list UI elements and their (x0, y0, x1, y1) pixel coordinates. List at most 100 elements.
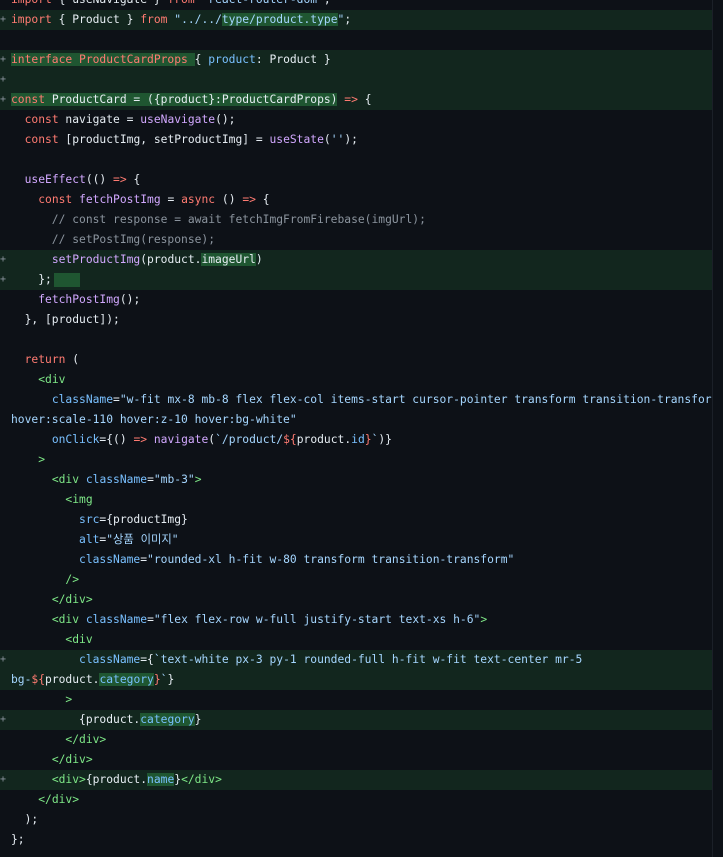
code-line[interactable] (0, 30, 712, 50)
code-line[interactable]: > (0, 690, 712, 710)
code-line[interactable]: const fetchPostImg = async () => { (0, 190, 712, 210)
code-line[interactable]: src={productImg} (0, 510, 712, 530)
code-token: product. (296, 433, 352, 446)
code-token: </div> (65, 733, 107, 746)
code-token: = (147, 473, 154, 486)
code-token: alt (79, 533, 100, 546)
added-code-line[interactable]: + import { Product } from "../../type/pro… (0, 10, 712, 30)
code-token: src (79, 513, 100, 526)
code-token: => (113, 173, 127, 186)
code-token: `/product/ (215, 433, 284, 446)
code-token: ${ (283, 433, 297, 446)
code-line[interactable]: return ( (0, 350, 712, 370)
code-line[interactable]: <div className="mb-3"> (0, 470, 712, 490)
code-token: navigate = (58, 113, 141, 126)
code-token: const (24, 113, 59, 126)
code-token: bg- (11, 673, 32, 686)
code-token: = (160, 193, 182, 206)
code-line[interactable]: <div (0, 370, 712, 390)
code-token: "../../ (174, 13, 222, 26)
code-line[interactable]: const navigate = useNavigate(); (0, 110, 712, 130)
diff-marker: + (0, 254, 7, 265)
code-token: }; (11, 273, 52, 286)
code-token: fetchPostImg (38, 293, 120, 306)
code-token: { (194, 53, 209, 66)
code-token: => (242, 193, 256, 206)
code-token: return (24, 353, 66, 366)
code-token: 'react-router-dom' (201, 0, 323, 6)
code-line[interactable]: </div> (0, 790, 712, 810)
code-token: = (113, 393, 120, 406)
code-token: category (99, 673, 154, 686)
added-code-line[interactable]: bg-${product.category}`} (0, 670, 712, 690)
code-line[interactable]: // const response = await fetchImgFromFi… (0, 210, 712, 230)
code-line[interactable] (0, 150, 712, 170)
added-code-line[interactable]: + const ProductCard = ({product}:ProductC… (0, 90, 712, 110)
code-token: from (167, 0, 194, 6)
code-token: ={() (99, 433, 134, 446)
code-token: > (38, 453, 46, 466)
code-line[interactable]: ); (0, 810, 712, 830)
code-token: // const response = await fetchImgFromFi… (11, 213, 426, 226)
code-line[interactable]: alt="상품 이미지" (0, 530, 712, 550)
code-token: </div> (38, 793, 80, 806)
code-token: onClick (51, 433, 100, 446)
code-token: "w-fit mx-8 mb-8 flex flex-col items-sta… (119, 393, 712, 406)
code-line[interactable] (0, 330, 712, 350)
added-code-line[interactable]: + interface ProductCardProps { product: P… (0, 50, 712, 70)
code-line[interactable]: const [productImg, setProductImg] = useS… (0, 130, 712, 150)
code-token: ${ (31, 673, 46, 686)
code-line[interactable]: <img (0, 490, 712, 510)
code-line[interactable]: import { useNavigate } from 'react-route… (0, 0, 712, 10)
code-token: className (79, 553, 141, 566)
code-line[interactable]: // setPostImg(response); (0, 230, 712, 250)
code-line[interactable]: useEffect(() => { (0, 170, 712, 190)
code-token: } (167, 673, 175, 686)
code-token: ; (344, 13, 352, 26)
code-token: const (38, 193, 73, 206)
code-line[interactable]: hover:scale-110 hover:z-10 hover:bg-whit… (0, 410, 712, 430)
code-token: (() (85, 173, 114, 186)
code-line[interactable]: </div> (0, 590, 712, 610)
code-token: = (147, 613, 154, 626)
added-code-line[interactable]: + {product.category} (0, 710, 712, 730)
code-token: () (215, 193, 243, 206)
added-code-line[interactable]: + className={`text-white px-3 py-1 round… (0, 650, 712, 670)
code-line[interactable]: }; (0, 830, 712, 850)
code-token: > (480, 613, 488, 626)
code-line[interactable]: > (0, 450, 712, 470)
code-line[interactable]: <div className="flex flex-row w-full jus… (0, 610, 712, 630)
added-code-line[interactable]: + (0, 70, 712, 90)
vertical-scrollbar[interactable] (712, 0, 723, 857)
code-token: </div> (51, 593, 93, 606)
code-line[interactable]: </div> (0, 730, 712, 750)
code-line[interactable]: /> (0, 570, 712, 590)
code-token: type/product.type (221, 13, 338, 26)
code-token: }; (11, 833, 25, 846)
code-line[interactable]: fetchPostImg(); (0, 290, 712, 310)
added-code-line[interactable]: + setProductImg(product.imageUrl) (0, 250, 712, 270)
code-token: {product. (11, 713, 141, 726)
code-line[interactable]: <div (0, 630, 712, 650)
code-token: ={productImg} (99, 513, 188, 526)
code-token: ; (324, 0, 331, 6)
added-code-line[interactable]: + <div>{product.name}</div> (0, 770, 712, 790)
code-token: useNavigate (140, 113, 216, 126)
code-token: > (65, 693, 73, 706)
code-line[interactable]: onClick={() => navigate(`/product/${prod… (0, 430, 712, 450)
added-code-line[interactable]: + }; (0, 270, 712, 290)
code-line[interactable]: </div> (0, 750, 712, 770)
diff-marker: + (0, 714, 7, 725)
code-line[interactable]: className="rounded-xl h-fit w-80 transfo… (0, 550, 712, 570)
code-line[interactable]: className="w-fit mx-8 mb-8 flex flex-col… (0, 390, 712, 410)
code-line[interactable]: }, [product]); (0, 310, 712, 330)
code-token: async (181, 193, 216, 206)
